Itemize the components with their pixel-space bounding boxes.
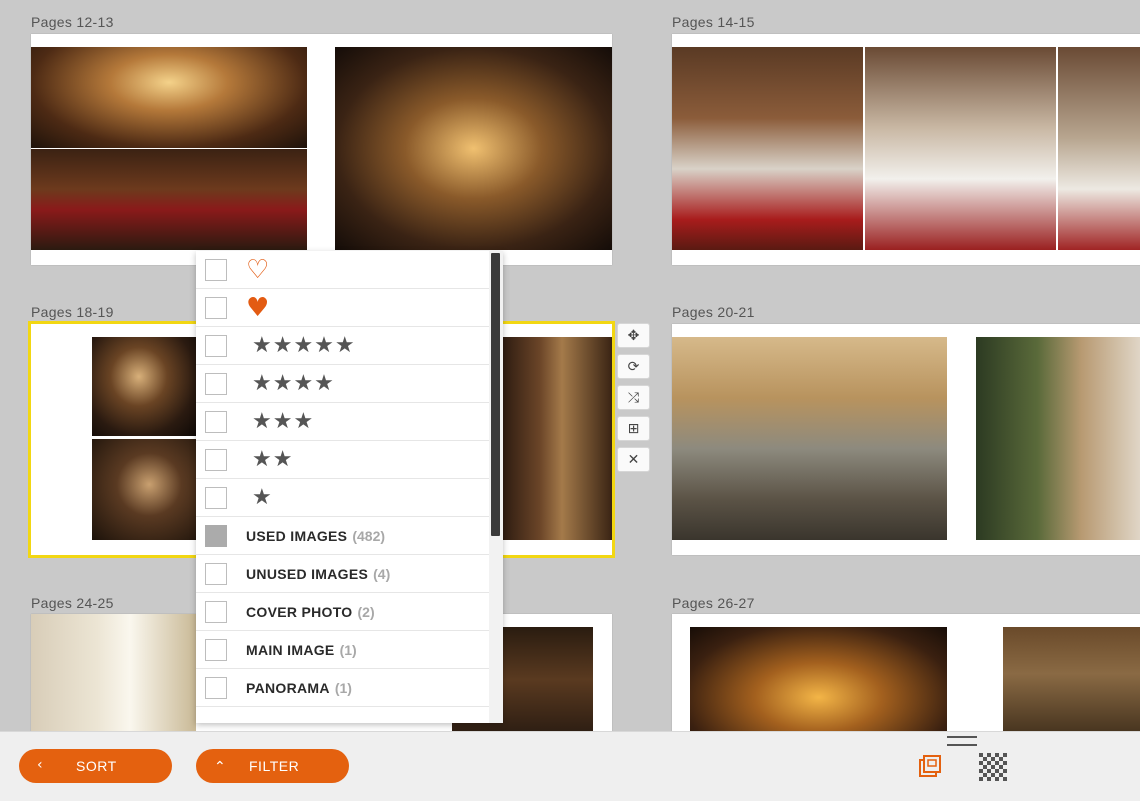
- spread-label: Pages 24-25: [31, 595, 114, 611]
- drag-handle[interactable]: [947, 736, 977, 746]
- filter-option-cover-photo[interactable]: COVER PHOTO (2): [196, 593, 489, 631]
- filter-dropdown: ♡ ♥ ★★★★★ ★★★★ ★★★ ★★ ★ USED IMAGES(482: [196, 251, 503, 723]
- checkbox[interactable]: [205, 448, 227, 471]
- shuffle-button[interactable]: ⤮: [617, 385, 650, 410]
- spread-pages-14-15[interactable]: [672, 34, 1140, 265]
- filter-option-unused-images[interactable]: UNUSED IMAGES (4): [196, 555, 489, 593]
- grid-view-icon[interactable]: [978, 752, 1008, 782]
- star-rating-icon: ★★★: [252, 409, 315, 434]
- checkbox[interactable]: [205, 486, 227, 509]
- filter-option-1-star[interactable]: ★: [196, 479, 489, 517]
- rotate-icon: ⟳: [627, 358, 640, 374]
- photo[interactable]: [976, 337, 1140, 540]
- spread-pages-20-21[interactable]: [672, 324, 1140, 555]
- rotate-button[interactable]: ⟳: [617, 354, 650, 379]
- checkbox[interactable]: [205, 258, 227, 281]
- scrollbar-track[interactable]: [489, 251, 503, 723]
- filter-label: FILTER: [249, 758, 300, 774]
- filter-label: USED IMAGES: [246, 527, 348, 544]
- heart-outline-icon: ♡: [246, 254, 270, 285]
- spread-pages-12-13[interactable]: [31, 34, 612, 265]
- filter-count: (482): [352, 527, 386, 544]
- remove-button[interactable]: ✕: [617, 447, 650, 472]
- filter-options-list: ♡ ♥ ★★★★★ ★★★★ ★★★ ★★ ★ USED IMAGES(482: [196, 251, 489, 707]
- checkbox[interactable]: [205, 676, 227, 699]
- photo[interactable]: [672, 337, 947, 540]
- scrollbar-thumb[interactable]: [491, 253, 500, 536]
- spread-label: Pages 12-13: [31, 14, 114, 30]
- spread-label: Pages 20-21: [672, 304, 755, 320]
- filter-option-used-images[interactable]: USED IMAGES (482): [196, 517, 489, 555]
- spread-label: Pages 18-19: [31, 304, 114, 320]
- photo[interactable]: [31, 47, 307, 148]
- filter-option-main-image[interactable]: MAIN IMAGE (1): [196, 631, 489, 669]
- close-icon: ✕: [627, 451, 640, 467]
- chevron-left-icon: ‹: [37, 757, 44, 773]
- move-icon: ✥: [627, 327, 640, 343]
- photo[interactable]: [501, 337, 612, 540]
- spread-actions: ✥ ⟳ ⤮ ⊞ ✕: [617, 323, 650, 478]
- bottom-toolbar: ‹ SORT ⌃ FILTER: [0, 731, 1140, 801]
- checkbox[interactable]: [205, 638, 227, 661]
- star-rating-icon: ★: [252, 485, 273, 510]
- spread-label: Pages 14-15: [672, 14, 755, 30]
- filter-label: PANORAMA: [246, 679, 330, 696]
- filter-option-5-stars[interactable]: ★★★★★: [196, 327, 489, 365]
- layout-button[interactable]: ⊞: [617, 416, 650, 441]
- filter-option-heart-outline[interactable]: ♡: [196, 251, 489, 289]
- checkbox[interactable]: [205, 372, 227, 395]
- filter-option-4-stars[interactable]: ★★★★: [196, 365, 489, 403]
- shuffle-icon: ⤮: [627, 389, 640, 405]
- photo-stack-icon[interactable]: [918, 752, 946, 780]
- star-rating-icon: ★★★★★: [252, 333, 356, 358]
- filter-label: UNUSED IMAGES: [246, 565, 369, 582]
- filter-option-3-stars[interactable]: ★★★: [196, 403, 489, 441]
- photo[interactable]: [865, 47, 1056, 250]
- checkbox[interactable]: [205, 562, 227, 585]
- checkbox[interactable]: [205, 296, 227, 319]
- checkbox[interactable]: [205, 410, 227, 433]
- photo[interactable]: [335, 47, 612, 250]
- photo[interactable]: [690, 627, 947, 744]
- sort-label: SORT: [76, 758, 117, 774]
- star-rating-icon: ★★★★: [252, 371, 335, 396]
- filter-label: COVER PHOTO: [246, 603, 353, 620]
- filter-button[interactable]: ⌃ FILTER: [196, 749, 349, 783]
- filter-option-2-stars[interactable]: ★★: [196, 441, 489, 479]
- photo[interactable]: [92, 337, 196, 436]
- move-button[interactable]: ✥: [617, 323, 650, 348]
- photo[interactable]: [1003, 627, 1140, 744]
- filter-option-heart-filled[interactable]: ♥: [196, 289, 489, 327]
- checkbox[interactable]: [205, 334, 227, 357]
- filter-label: MAIN IMAGE: [246, 641, 335, 658]
- checkbox[interactable]: [205, 600, 227, 623]
- spread-pages-26-27[interactable]: [672, 614, 1140, 744]
- chevron-up-icon: ⌃: [214, 759, 227, 775]
- filter-count: (1): [339, 641, 357, 658]
- filter-count: (2): [357, 603, 375, 620]
- filter-option-panorama[interactable]: PANORAMA (1): [196, 669, 489, 707]
- filter-count: (1): [334, 679, 352, 696]
- photo[interactable]: [31, 149, 307, 250]
- spread-label: Pages 26-27: [672, 595, 755, 611]
- sort-button[interactable]: ‹ SORT: [19, 749, 172, 783]
- filter-count: (4): [373, 565, 391, 582]
- photo[interactable]: [1058, 47, 1140, 250]
- star-rating-icon: ★★: [252, 447, 294, 472]
- heart-filled-icon: ♥: [246, 292, 270, 323]
- grid-layout-icon: ⊞: [627, 420, 640, 436]
- checkbox-checked[interactable]: [205, 524, 227, 547]
- photo[interactable]: [31, 614, 196, 744]
- photo[interactable]: [672, 47, 863, 250]
- photo[interactable]: [92, 439, 196, 540]
